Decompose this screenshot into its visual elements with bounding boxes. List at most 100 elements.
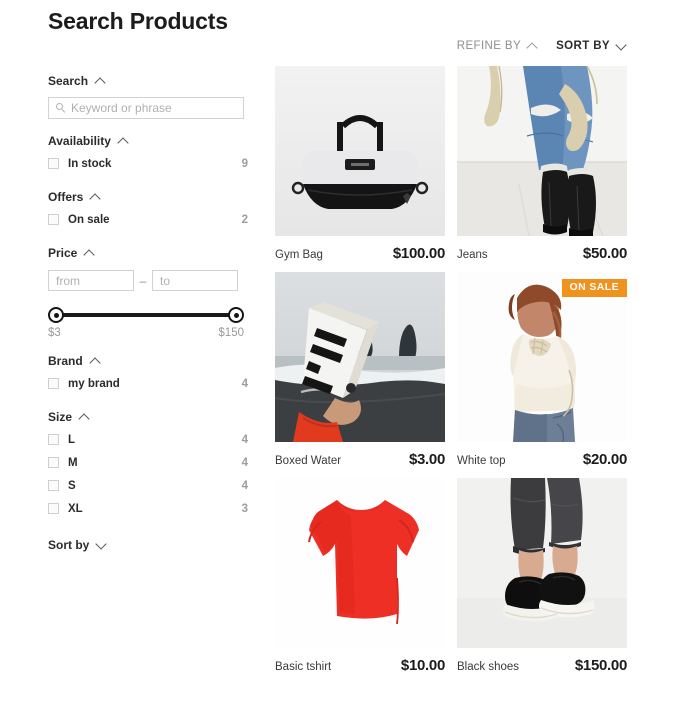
product-name: Boxed Water — [275, 455, 342, 467]
price-min-label: $3 — [48, 327, 61, 339]
product-image-boxed-water[interactable] — [275, 272, 445, 442]
filter-option-in-stock[interactable]: In stock 9 — [48, 152, 248, 175]
facet-search-label: Search — [48, 74, 89, 88]
filter-option-count: 4 — [241, 377, 248, 390]
chevron-down-icon — [96, 540, 107, 551]
checkbox-size-l[interactable] — [48, 434, 59, 445]
refine-by-label: REFINE BY — [456, 40, 522, 52]
product-meta: Black shoes $150.00 — [457, 657, 627, 675]
price-slider-values: $3 $150 — [48, 327, 244, 339]
facet-size: Size L 4 M 4 S 4 XL 3 — [48, 406, 248, 520]
filter-option-label: S — [68, 479, 76, 492]
facet-price-header[interactable]: Price — [48, 242, 248, 264]
facet-brand: Brand my brand 4 — [48, 350, 248, 395]
product-meta: Jeans $50.00 — [457, 245, 627, 263]
checkbox-size-xl[interactable] — [48, 503, 59, 514]
facet-price: Price from – to $3 $150 — [48, 242, 248, 339]
product-image-basic-tshirt[interactable] — [275, 478, 445, 648]
filters-sidebar: Search Keyword or phrase Availability In… — [48, 70, 248, 558]
refine-by-button[interactable]: REFINE BY — [457, 40, 538, 52]
product-image-gym-bag[interactable] — [275, 66, 445, 236]
price-slider-handle-max[interactable] — [228, 307, 244, 323]
search-input[interactable]: Keyword or phrase — [48, 97, 244, 119]
facet-availability-label: Availability — [48, 134, 111, 148]
status-badge-on-sale: ON SALE — [561, 279, 627, 297]
facet-offers-header[interactable]: Offers — [48, 186, 248, 208]
filter-option-label: L — [68, 433, 76, 446]
filter-option-label: In stock — [68, 157, 112, 170]
filter-option-count: 4 — [241, 433, 248, 446]
filter-option-count: 4 — [241, 479, 248, 492]
product-name: Black shoes — [457, 661, 520, 673]
product-meta: White top $20.00 — [457, 451, 627, 469]
price-range-inputs: from – to — [48, 270, 248, 291]
product-meta: Basic tshirt $10.00 — [275, 657, 445, 675]
facet-availability-header[interactable]: Availability — [48, 130, 248, 152]
product-price: $50.00 — [582, 245, 627, 262]
price-from-input[interactable]: from — [48, 270, 134, 291]
product-meta: Gym Bag $100.00 — [275, 245, 445, 263]
price-to-placeholder: to — [160, 273, 171, 288]
facet-sort-by-header[interactable]: Sort by — [48, 534, 248, 556]
filter-option-size-l[interactable]: L 4 — [48, 428, 248, 451]
chevron-up-icon — [79, 412, 90, 423]
price-slider-handle-min[interactable] — [48, 307, 64, 323]
facet-brand-header[interactable]: Brand — [48, 350, 248, 372]
filter-option-count: 9 — [241, 157, 248, 170]
checkbox-size-s[interactable] — [48, 480, 59, 491]
product-card[interactable]: Gym Bag $100.00 — [275, 66, 445, 263]
filter-option-size-s[interactable]: S 4 — [48, 474, 248, 497]
filter-option-on-sale[interactable]: On sale 2 — [48, 208, 248, 231]
product-price: $10.00 — [400, 657, 445, 674]
checkbox-in-stock[interactable] — [48, 158, 59, 169]
filter-option-size-m[interactable]: M 4 — [48, 451, 248, 474]
chevron-up-icon — [95, 76, 106, 87]
product-price: $100.00 — [392, 245, 445, 262]
product-name: Basic tshirt — [275, 661, 332, 673]
search-products-page: Search Products Search Keyword or phrase… — [0, 0, 688, 715]
checkbox-on-sale[interactable] — [48, 214, 59, 225]
filter-option-count: 3 — [241, 502, 248, 515]
product-price: $150.00 — [574, 657, 627, 674]
product-card[interactable]: Basic tshirt $10.00 — [275, 478, 445, 675]
facet-sort-by: Sort by — [48, 534, 248, 556]
results-toolbar: REFINE BY SORT BY — [275, 36, 645, 56]
product-card[interactable]: Black shoes $150.00 — [457, 478, 627, 675]
price-max-label: $150 — [218, 327, 244, 339]
sort-by-label: SORT BY — [556, 40, 610, 52]
facet-brand-label: Brand — [48, 354, 83, 368]
filter-option-label: On sale — [68, 213, 110, 226]
product-card[interactable]: Boxed Water $3.00 — [275, 272, 445, 469]
product-image-jeans[interactable] — [457, 66, 627, 236]
sort-by-button[interactable]: SORT BY — [556, 40, 627, 52]
product-name: White top — [457, 455, 506, 467]
facet-offers: Offers On sale 2 — [48, 186, 248, 231]
checkbox-size-m[interactable] — [48, 457, 59, 468]
product-card[interactable]: ON SALE White top $20.00 — [457, 272, 627, 469]
filter-option-count: 2 — [241, 213, 248, 226]
chevron-up-icon — [118, 136, 129, 147]
price-range-separator: – — [139, 273, 147, 288]
filter-option-size-xl[interactable]: XL 3 — [48, 497, 248, 520]
facet-search-header[interactable]: Search — [48, 70, 248, 92]
price-to-input[interactable]: to — [152, 270, 238, 291]
checkbox-my-brand[interactable] — [48, 378, 59, 389]
product-price: $3.00 — [408, 451, 445, 468]
product-image-white-top[interactable]: ON SALE — [457, 272, 627, 442]
product-card[interactable]: Jeans $50.00 — [457, 66, 627, 263]
facet-price-label: Price — [48, 246, 78, 260]
product-grid: Gym Bag $100.00 Jeans $50.00 Boxed Water… — [275, 66, 645, 684]
chevron-down-icon — [616, 41, 627, 52]
filter-option-label: XL — [68, 502, 83, 515]
facet-size-label: Size — [48, 410, 73, 424]
filter-option-label: M — [68, 456, 78, 469]
facet-sort-by-label: Sort by — [48, 538, 90, 552]
filter-option-my-brand[interactable]: my brand 4 — [48, 372, 248, 395]
facet-availability: Availability In stock 9 — [48, 130, 248, 175]
facet-search: Search Keyword or phrase — [48, 70, 248, 119]
price-range-slider[interactable] — [48, 307, 244, 323]
product-image-black-shoes[interactable] — [457, 478, 627, 648]
facet-size-header[interactable]: Size — [48, 406, 248, 428]
page-title: Search Products — [48, 8, 228, 34]
product-name: Jeans — [457, 249, 488, 261]
